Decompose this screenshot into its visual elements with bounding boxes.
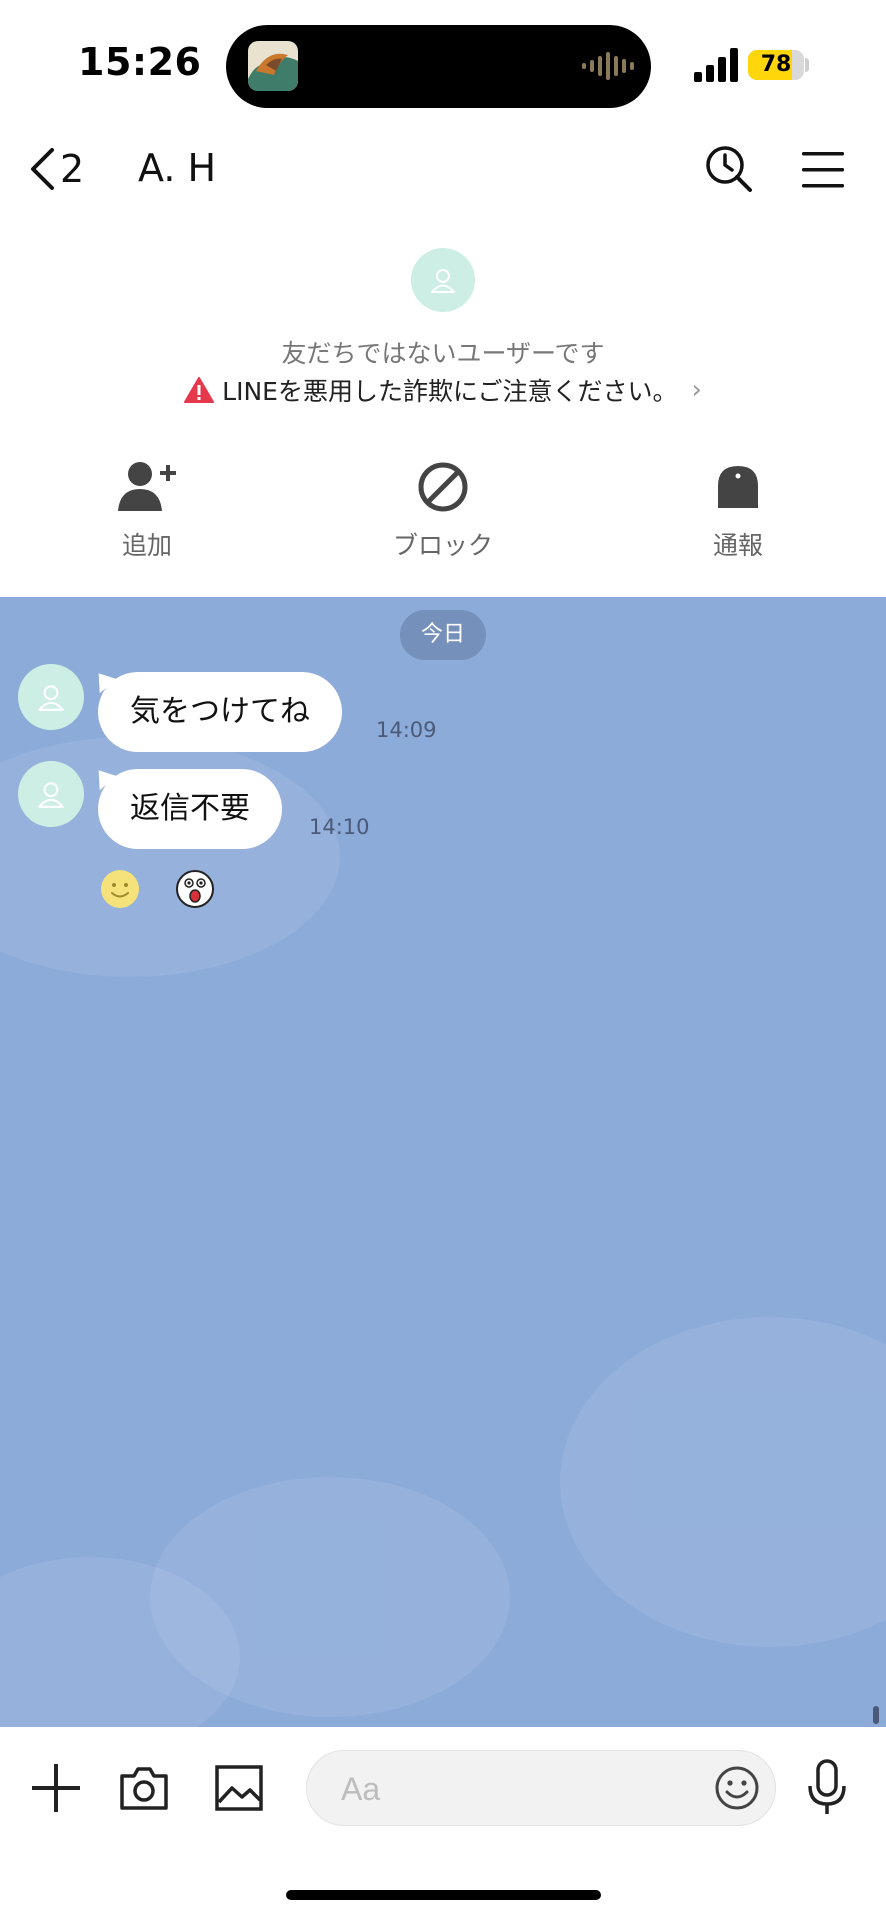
now-playing-artwork-icon[interactable] — [248, 41, 298, 91]
message-text-field[interactable] — [339, 1751, 703, 1827]
camera-icon[interactable] — [118, 1762, 170, 1814]
message-bubble[interactable]: 返信不要 — [98, 769, 282, 849]
audio-waveform-icon — [582, 52, 634, 80]
report-icon — [718, 466, 758, 508]
person-icon — [38, 685, 64, 711]
unread-count: 2 — [60, 147, 85, 191]
back-button[interactable]: 2 — [28, 145, 108, 193]
microphone-icon[interactable] — [806, 1758, 848, 1818]
sender-avatar[interactable] — [18, 761, 84, 827]
chevron-right-icon: › — [691, 375, 702, 405]
home-indicator — [286, 1890, 601, 1900]
report-label: 通報 — [712, 531, 763, 560]
block-icon — [418, 462, 468, 512]
person-icon — [431, 269, 455, 293]
message-input[interactable] — [306, 1750, 776, 1827]
chat-title: A. H — [138, 146, 217, 190]
scrollbar-thumb[interactable] — [873, 1706, 879, 1724]
person-icon — [38, 782, 64, 808]
report-button[interactable]: 通報 — [658, 458, 818, 562]
hamburger-menu-icon[interactable] — [800, 148, 846, 192]
battery-tip — [805, 58, 809, 72]
battery-percent: 78 — [760, 52, 792, 77]
battery-icon: 78 — [748, 50, 804, 80]
add-friend-icon — [118, 462, 176, 511]
chat-background — [0, 597, 886, 1727]
profile-avatar[interactable] — [411, 248, 475, 312]
sender-avatar[interactable] — [18, 664, 84, 730]
chevron-left-icon — [31, 148, 54, 190]
add-friend-button[interactable]: 追加 — [67, 458, 227, 562]
warning-icon — [184, 377, 215, 403]
plus-icon[interactable] — [30, 1762, 82, 1814]
surprised-reaction-icon[interactable] — [175, 869, 215, 909]
message-timestamp: 14:09 — [376, 718, 437, 742]
cellular-signal-icon — [694, 48, 738, 82]
status-time: 15:26 — [78, 40, 202, 84]
not-friend-notice: 友だちではないユーザーです — [281, 339, 605, 368]
image-icon[interactable] — [214, 1762, 264, 1814]
add-friend-label: 追加 — [121, 531, 172, 560]
fraud-warning-text: LINEを悪用した詐欺にご注意ください。 — [222, 377, 678, 406]
message-timestamp: 14:10 — [309, 815, 370, 839]
smile-reaction-icon[interactable] — [100, 869, 140, 909]
emoji-icon[interactable] — [714, 1765, 760, 1811]
block-label: ブロック — [392, 531, 493, 560]
message-bubble[interactable]: 気をつけてね — [98, 672, 342, 752]
search-history-icon[interactable] — [704, 144, 754, 194]
block-button[interactable]: ブロック — [363, 458, 523, 562]
fraud-warning-link[interactable]: LINEを悪用した詐欺にご注意ください。 › — [0, 372, 886, 408]
date-separator: 今日 — [400, 610, 486, 660]
